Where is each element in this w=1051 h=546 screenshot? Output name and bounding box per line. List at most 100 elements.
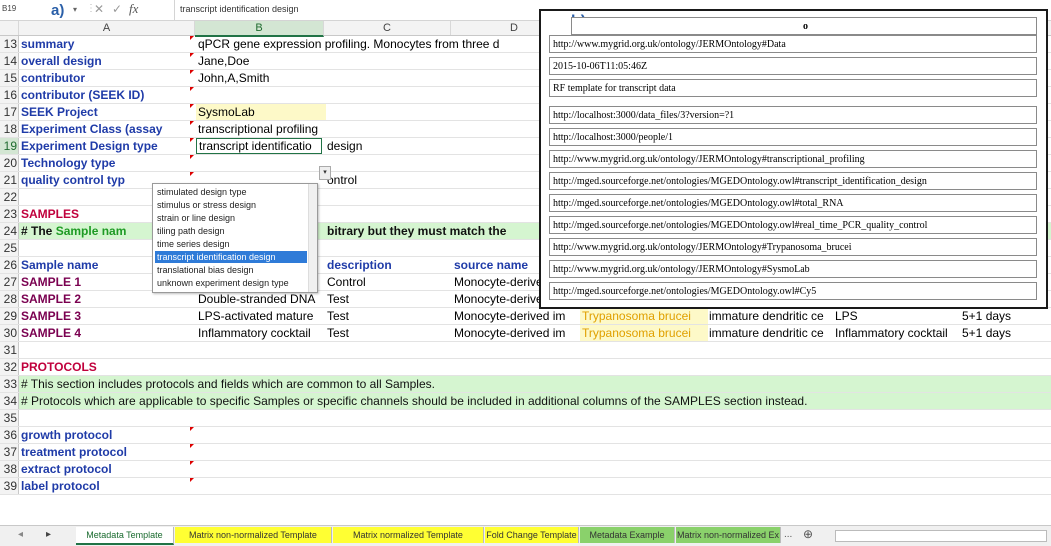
enter-icon[interactable]: ✓ xyxy=(112,2,122,16)
select-all-corner[interactable] xyxy=(0,21,19,35)
cell-a[interactable]: treatment protocol xyxy=(19,444,196,460)
row-header[interactable]: 31 xyxy=(0,342,19,358)
cell-a[interactable]: label protocol xyxy=(19,478,196,494)
row-header[interactable]: 28 xyxy=(0,291,19,307)
tab-next-icon[interactable]: ▸ xyxy=(46,529,51,540)
cell-a[interactable]: Experiment Class (assay xyxy=(19,121,196,137)
row-header[interactable]: 18 xyxy=(0,121,19,137)
row-header[interactable]: 27 xyxy=(0,274,19,290)
cell-b[interactable]: transcript identificatio xyxy=(196,138,322,154)
row-header[interactable]: 26 xyxy=(0,257,19,273)
row-header[interactable]: 23 xyxy=(0,206,19,222)
row-header[interactable]: 25 xyxy=(0,240,19,256)
cell-b[interactable]: Jane,Doe xyxy=(196,53,326,69)
column-header-c[interactable]: C xyxy=(324,21,451,35)
cell-a[interactable]: SEEK Project xyxy=(19,104,196,120)
cell-c[interactable]: description xyxy=(325,257,453,273)
dropdown-option[interactable]: time series design xyxy=(155,238,307,250)
cell-b[interactable]: Double-stranded DNA xyxy=(196,291,326,307)
dropdown-option[interactable]: unknown experiment design type xyxy=(155,277,307,289)
cell-c[interactable]: Test xyxy=(325,291,453,307)
cell-d[interactable]: Monocyte-derived im xyxy=(452,308,581,324)
sheet-tab[interactable]: Metadata Example xyxy=(580,527,675,543)
sheet-tab[interactable]: Fold Change Template xyxy=(485,527,579,543)
dropdown-option[interactable]: stimulus or stress design xyxy=(155,199,307,211)
cell-b[interactable]: SysmoLab xyxy=(196,104,326,120)
cell-b[interactable]: John,A,Smith xyxy=(196,70,326,86)
dropdown-scrollbar[interactable] xyxy=(308,184,317,292)
sheet-tab[interactable]: Matrix normalized Template xyxy=(333,527,484,543)
cell-d[interactable]: Monocyte-derived im xyxy=(452,325,581,341)
add-sheet-icon[interactable]: ⊕ xyxy=(803,527,813,541)
cell-a[interactable]: SAMPLE 2 xyxy=(19,291,196,307)
row-header[interactable]: 37 xyxy=(0,444,19,460)
cell-a[interactable]: # This section includes protocols and fi… xyxy=(19,376,1051,392)
row-header[interactable]: 38 xyxy=(0,461,19,477)
design-type-dropdown[interactable]: stimulated design type stimulus or stress… xyxy=(152,183,318,293)
cell-dropdown-button[interactable]: ▾ xyxy=(319,166,331,180)
cell-b[interactable]: Inflammatory cocktail xyxy=(196,325,326,341)
column-header-a[interactable]: A xyxy=(19,21,195,35)
row-header[interactable]: 24 xyxy=(0,223,19,239)
cell-f[interactable]: immature dendritic ce xyxy=(707,308,834,324)
sheet-tab[interactable]: Matrix non-normalized Template xyxy=(175,527,332,543)
row-header[interactable]: 15 xyxy=(0,70,19,86)
row-header[interactable]: 22 xyxy=(0,189,19,205)
row-header[interactable]: 19 xyxy=(0,138,19,154)
row-header[interactable]: 21 xyxy=(0,172,19,188)
cell-h[interactable]: 5+1 days xyxy=(960,325,1051,341)
formula-input[interactable]: transcript identification design xyxy=(180,4,299,14)
dropdown-option[interactable]: strain or line design xyxy=(155,212,307,224)
row-header[interactable]: 32 xyxy=(0,359,19,375)
row-header[interactable]: 36 xyxy=(0,427,19,443)
dropdown-option[interactable]: translational bias design xyxy=(155,264,307,276)
cell-a[interactable]: PROTOCOLS xyxy=(19,359,196,375)
row-header[interactable]: 17 xyxy=(0,104,19,120)
cell-e[interactable]: Trypanosoma brucei xyxy=(580,325,708,341)
dropdown-option[interactable]: stimulated design type xyxy=(155,186,307,198)
sheet-tab[interactable]: Matrix non-normalized Ex xyxy=(676,527,781,543)
column-header-b[interactable]: B xyxy=(195,21,324,37)
cell-g[interactable]: LPS xyxy=(833,308,961,324)
cell-c[interactable]: bitrary but they must match the xyxy=(325,223,537,239)
cell-a[interactable]: overall design xyxy=(19,53,196,69)
dropdown-option[interactable]: tiling path design xyxy=(155,225,307,237)
cell-b[interactable]: qPCR gene expression profiling. Monocyte… xyxy=(196,36,533,52)
row-header[interactable]: 29 xyxy=(0,308,19,324)
cancel-icon[interactable]: ✕ xyxy=(94,2,104,16)
name-box[interactable]: B19 xyxy=(2,4,16,13)
cell-c[interactable]: design xyxy=(325,138,453,154)
tab-prev-icon[interactable]: ◂ xyxy=(18,529,23,540)
row-header[interactable]: 14 xyxy=(0,53,19,69)
cell-a[interactable]: growth protocol xyxy=(19,427,196,443)
cell-a[interactable]: summary xyxy=(19,36,196,52)
cell-a[interactable]: extract protocol xyxy=(19,461,196,477)
cell-b[interactable] xyxy=(196,87,326,103)
cell-a[interactable]: Experiment Design type xyxy=(19,138,196,154)
cell-a[interactable]: contributor xyxy=(19,70,196,86)
cell-e[interactable]: Trypanosoma brucei xyxy=(580,308,708,324)
row-header[interactable]: 33 xyxy=(0,376,19,392)
cell-c[interactable]: ontrol xyxy=(325,172,453,188)
cell-h[interactable]: 5+1 days xyxy=(960,308,1051,324)
row-header[interactable]: 35 xyxy=(0,410,19,426)
horizontal-scrollbar[interactable] xyxy=(835,530,1047,542)
row-header[interactable]: 13 xyxy=(0,36,19,52)
cell-a[interactable]: Technology type xyxy=(19,155,196,171)
cell-b[interactable]: LPS-activated mature xyxy=(196,308,326,324)
cell-a[interactable]: contributor (SEEK ID) xyxy=(19,87,196,103)
cell-b[interactable]: transcriptional profiling xyxy=(196,121,326,137)
row-header[interactable]: 34 xyxy=(0,393,19,409)
cell-g[interactable]: Inflammatory cocktail xyxy=(833,325,961,341)
cell-a[interactable]: SAMPLE 4 xyxy=(19,325,196,341)
dropdown-option[interactable]: transcript identification design xyxy=(155,251,307,263)
cell-a[interactable]: # Protocols which are applicable to spec… xyxy=(19,393,1051,409)
cell-c[interactable]: Control xyxy=(325,274,453,290)
row-header[interactable]: 20 xyxy=(0,155,19,171)
name-box-dropdown-icon[interactable]: ▾ xyxy=(73,5,77,14)
row-header[interactable]: 39 xyxy=(0,478,19,494)
cell-f[interactable]: immature dendritic ce xyxy=(707,325,834,341)
cell-c[interactable]: Test xyxy=(325,308,453,324)
more-tabs-button[interactable]: ... xyxy=(784,529,792,540)
cell-c[interactable]: Test xyxy=(325,325,453,341)
